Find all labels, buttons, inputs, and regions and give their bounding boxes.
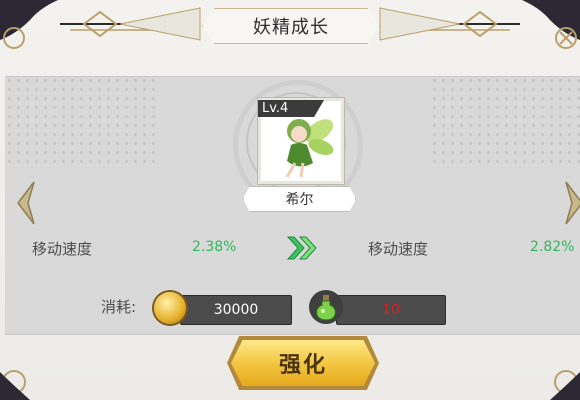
dot-pattern-left — [5, 76, 155, 166]
fairy-growth-panel: 妖精成长 Lv.4 希尔 移动速度 2.38% 移动速度 2.82% 消耗: 3… — [0, 0, 580, 400]
fairy-name: 希尔 — [243, 186, 356, 212]
item-cost-bar: 10 — [336, 295, 446, 325]
gold-cost-bar: 30000 — [180, 295, 292, 325]
right-arrow-icon[interactable] — [562, 180, 580, 226]
corner-ornament-top-left — [0, 0, 58, 49]
next-stat-value: 2.82% — [530, 239, 575, 255]
item-cost-value: 10 — [382, 302, 400, 318]
left-arrow-icon[interactable] — [14, 180, 38, 226]
corner-ornament-bottom-left — [0, 370, 30, 400]
close-icon[interactable] — [520, 0, 580, 50]
page-title: 妖精成长 — [202, 8, 380, 44]
gold-cost-value: 30000 — [213, 302, 259, 318]
enhance-button[interactable]: 强化 — [231, 340, 375, 386]
next-stat-label: 移动速度 — [368, 240, 429, 258]
cost-label: 消耗: — [101, 298, 137, 316]
corner-ornament-bottom-right — [550, 370, 580, 400]
current-stat-label: 移动速度 — [32, 240, 93, 258]
dot-pattern-right — [430, 76, 580, 166]
current-stat-value: 2.38% — [192, 239, 237, 255]
level-badge: Lv.4 — [258, 100, 324, 117]
gold-coin-icon — [154, 292, 186, 324]
potion-icon — [316, 295, 336, 321]
upgrade-arrow-icon — [286, 236, 317, 260]
